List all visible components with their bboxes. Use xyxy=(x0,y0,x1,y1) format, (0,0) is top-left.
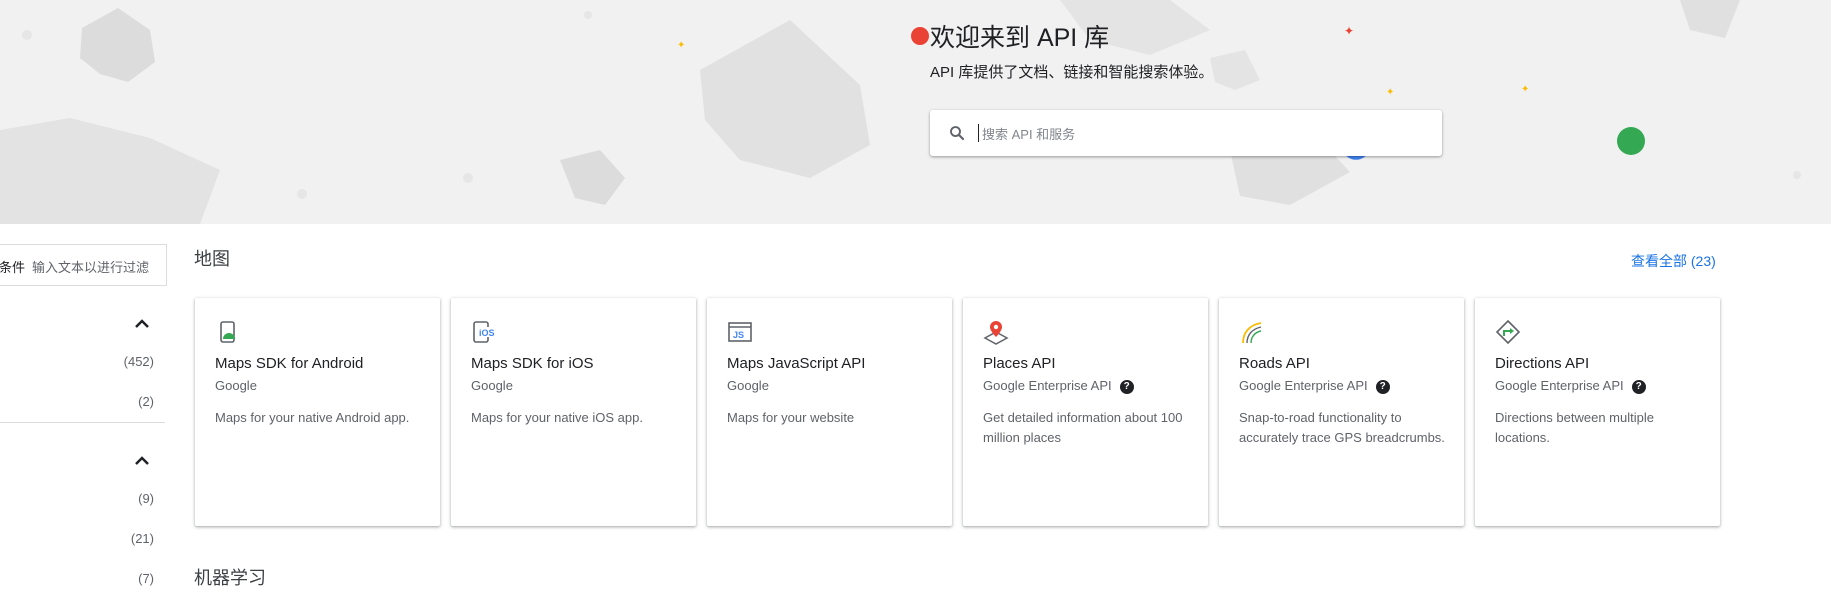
green-dot xyxy=(1617,127,1645,155)
rock-shape xyxy=(560,150,625,205)
search-box[interactable] xyxy=(930,110,1442,156)
help-icon[interactable]: ? xyxy=(1375,380,1390,394)
filter-count: (9) xyxy=(138,491,154,506)
card-provider-text: Google Enterprise API xyxy=(1495,378,1624,393)
card-provider: Google Enterprise API? xyxy=(1239,378,1390,394)
card-description: Maps for your native iOS app. xyxy=(471,410,643,425)
card-description: Get detailed information about 100 milli… xyxy=(983,410,1183,445)
page-subtitle: API 库提供了文档、链接和智能搜索体验。 xyxy=(930,64,1214,81)
chevron-up-icon[interactable] xyxy=(133,316,151,330)
js-window-icon: JS xyxy=(728,322,752,342)
deco-dot xyxy=(297,189,307,199)
help-icon[interactable]: ? xyxy=(1631,380,1646,394)
card-provider: Google xyxy=(215,378,257,393)
view-all-link[interactable]: 查看全部 (23) xyxy=(1631,251,1716,271)
svg-text:JS: JS xyxy=(733,330,744,340)
deco-dot xyxy=(22,30,32,40)
deco-dot xyxy=(463,173,473,183)
card-title: Maps JavaScript API xyxy=(727,355,866,372)
android-phone-icon xyxy=(220,321,235,343)
filter-input[interactable]: 输入文本以进行过滤 xyxy=(32,257,149,276)
deco-dot xyxy=(584,11,592,19)
card-description: Maps for your website xyxy=(727,410,855,425)
place-pin-icon xyxy=(983,321,1009,345)
filter-count: (2) xyxy=(138,394,154,409)
card-provider-text: Google Enterprise API xyxy=(1239,378,1368,393)
search-input[interactable] xyxy=(980,119,1424,149)
rock-shape xyxy=(700,20,870,178)
rock-shape xyxy=(80,8,155,82)
red-dot xyxy=(911,27,929,45)
section-title-ml: 机器学习 xyxy=(194,568,266,588)
filter-count: (452) xyxy=(123,354,154,369)
api-card[interactable]: Directions API Google Enterprise API? Di… xyxy=(1475,298,1720,526)
sparkle-star: ✦ xyxy=(1344,24,1354,38)
page-title: 欢迎来到 API 库 xyxy=(930,24,1110,52)
card-title: Roads API xyxy=(1239,355,1310,372)
road-icon xyxy=(1242,322,1262,344)
filter-label: 条件 xyxy=(0,260,26,275)
rock-shape xyxy=(1680,0,1740,38)
api-card[interactable]: JS Maps JavaScript API Google Maps for y… xyxy=(707,298,952,526)
rock-shape xyxy=(1210,50,1260,90)
card-provider-text: Google Enterprise API xyxy=(983,378,1112,393)
ios-phone-icon: iOS xyxy=(473,321,496,343)
api-card[interactable]: Roads API Google Enterprise API? Snap-to… xyxy=(1219,298,1464,526)
api-card[interactable]: Places API Google Enterprise API? Get de… xyxy=(963,298,1208,526)
card-title: Directions API xyxy=(1495,355,1590,372)
card-provider: Google xyxy=(727,378,769,393)
card-provider: Google Enterprise API? xyxy=(983,378,1134,394)
deco-dot xyxy=(1793,171,1801,179)
filter-box[interactable]: 条件 输入文本以进行过滤 xyxy=(0,244,167,286)
filter-count: (21) xyxy=(130,531,154,546)
directions-icon xyxy=(1495,319,1521,345)
sidebar-divider xyxy=(0,422,165,423)
help-icon[interactable]: ? xyxy=(1119,380,1134,394)
section-title-maps: 地图 xyxy=(194,249,230,269)
hero-banner: ✦ ✦ ✦ ✦ 欢迎来到 API 库 API 库提供了文档、链接和智能搜索体验。 xyxy=(0,0,1831,224)
chevron-up-icon[interactable] xyxy=(133,453,151,467)
card-description: Snap-to-road functionality to accurately… xyxy=(1239,410,1445,445)
api-card[interactable]: iOS Maps SDK for iOS Google Maps for you… xyxy=(451,298,696,526)
search-icon xyxy=(950,126,965,141)
card-description: Directions between multiple locations. xyxy=(1495,410,1654,445)
card-description: Maps for your native Android app. xyxy=(215,410,410,425)
card-provider: Google xyxy=(471,378,513,393)
card-title: Maps SDK for iOS xyxy=(471,355,594,372)
api-card[interactable]: Maps SDK for Android Google Maps for you… xyxy=(195,298,440,526)
sparkle-star: ✦ xyxy=(677,40,685,51)
card-title: Maps SDK for Android xyxy=(215,355,364,372)
text-cursor xyxy=(978,124,979,142)
svg-text:iOS: iOS xyxy=(479,328,495,338)
rock-shape-left xyxy=(0,118,220,224)
card-provider: Google Enterprise API? xyxy=(1495,378,1646,394)
filter-count: (7) xyxy=(138,571,154,586)
card-title: Places API xyxy=(983,355,1056,372)
sparkle-star: ✦ xyxy=(1521,84,1529,95)
sparkle-star: ✦ xyxy=(1386,87,1394,98)
